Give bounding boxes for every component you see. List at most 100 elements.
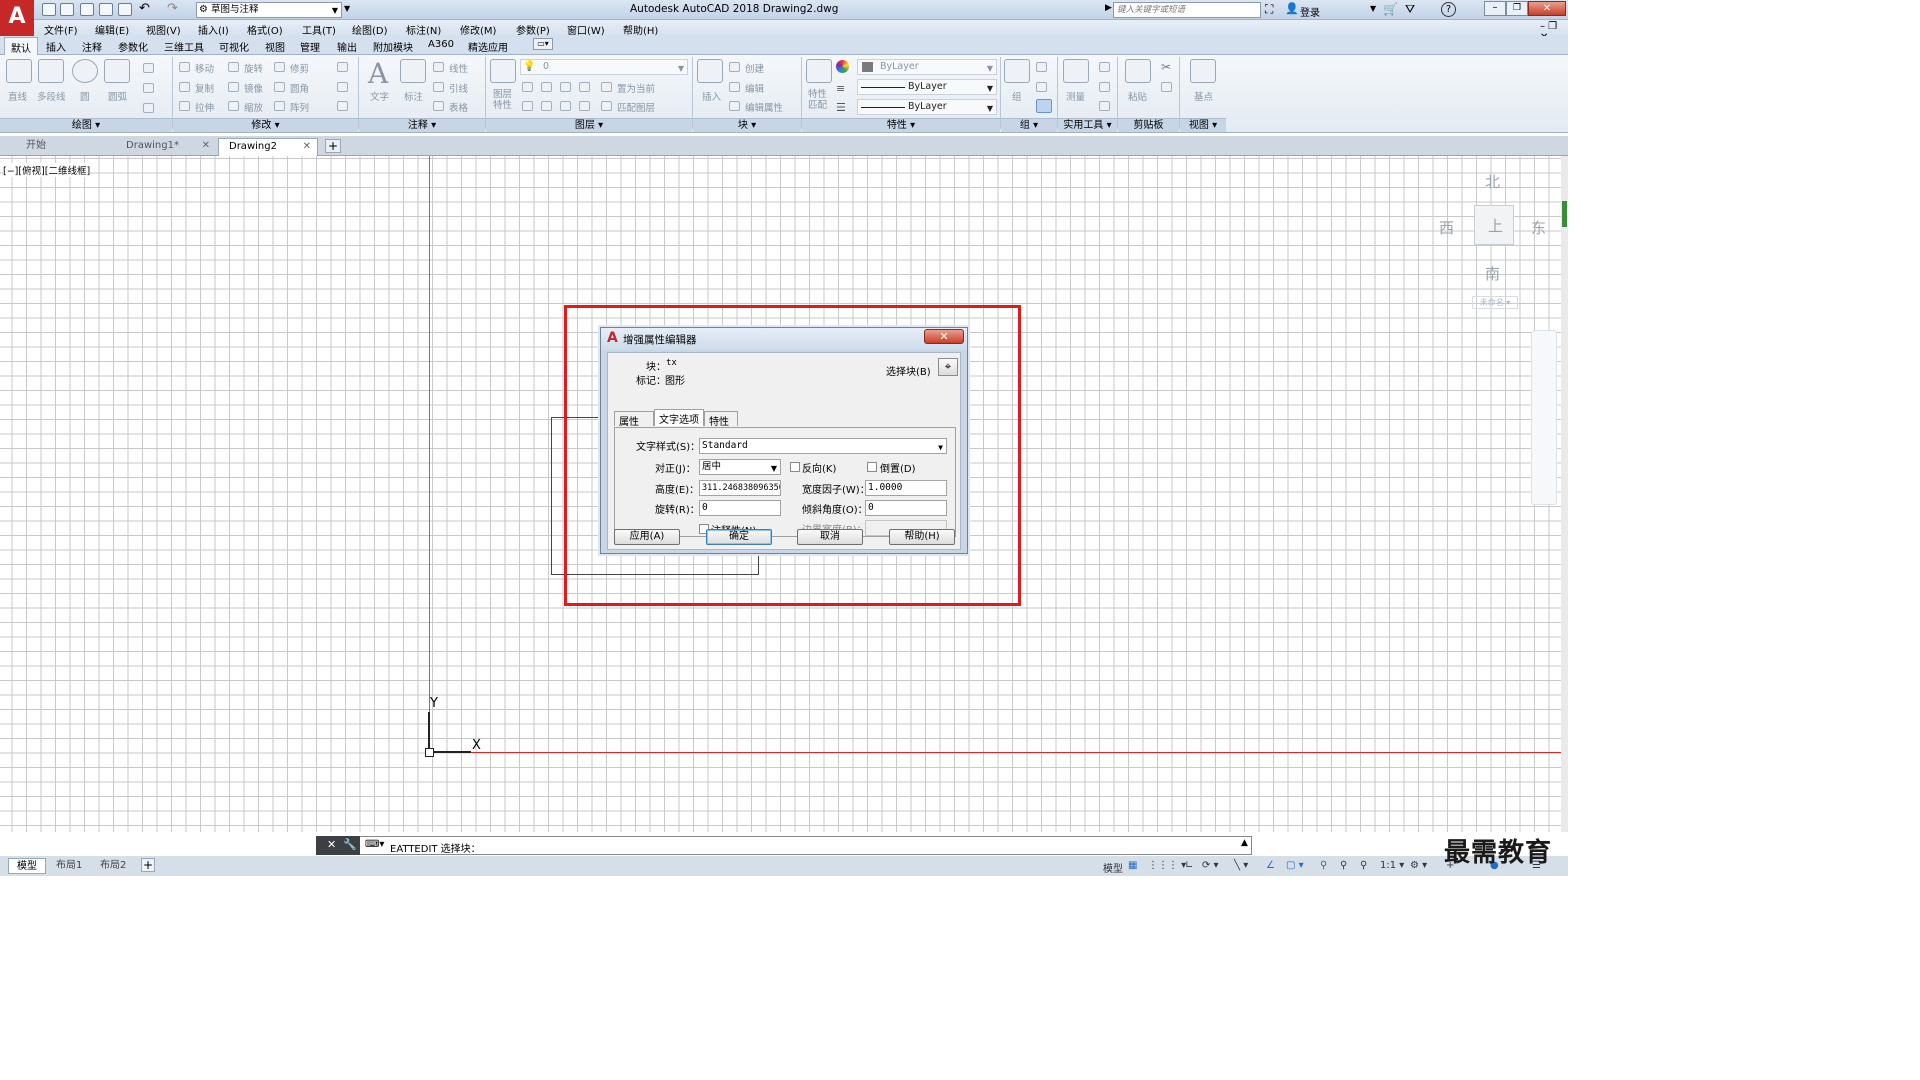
backwards-checkbox[interactable] [790, 462, 800, 472]
panel-block-title[interactable]: 块 ▾ [693, 118, 801, 132]
layer-tool-icon[interactable] [541, 82, 552, 92]
rectangle-tool-icon[interactable] [143, 63, 154, 73]
menu-insert[interactable]: 插入(I) [198, 22, 229, 37]
login-dropdown-icon[interactable]: ▼ [1370, 4, 1376, 13]
restore-button[interactable]: ❐ [1506, 1, 1528, 16]
search-input[interactable]: 键入关键字或短语 [1113, 2, 1261, 18]
layer-tool-icon[interactable] [522, 82, 533, 92]
linetype-dropdown[interactable]: ByLayer ▼ [857, 79, 997, 95]
ok-button[interactable]: 确定 [706, 529, 772, 545]
linetype-icon[interactable]: ≡ [836, 82, 845, 95]
isodraft-icon[interactable]: ╲ ▾ [1234, 860, 1248, 871]
ribbon-tab-manage[interactable]: 管理 [300, 39, 320, 54]
menu-modify[interactable]: 修改(M) [460, 22, 496, 37]
binoculars-icon[interactable]: ⛶ [1265, 2, 1273, 17]
menu-parametric[interactable]: 参数(P) [516, 22, 550, 37]
upside-down-checkbox[interactable] [867, 462, 877, 472]
polar-icon[interactable]: ⟳ ▾ [1202, 860, 1219, 871]
layout-tab-layout1[interactable]: 布局1 [48, 858, 90, 874]
snap-icon[interactable]: ⋮⋮⋮ ▾ [1148, 860, 1186, 871]
linear-dim-icon[interactable] [433, 62, 444, 72]
copy-icon[interactable] [179, 82, 190, 92]
trim-icon[interactable] [274, 62, 285, 72]
cancel-button[interactable]: 取消 [797, 529, 863, 545]
layout-tab-model[interactable]: 模型 [8, 858, 46, 874]
ortho-icon[interactable]: ∟ [1185, 860, 1193, 871]
tab-properties[interactable]: 特性 [704, 411, 738, 428]
panel-utilities-title[interactable]: 实用工具 ▾ [1058, 118, 1117, 132]
cart-icon[interactable]: 🛒 [1383, 2, 1398, 16]
width-factor-input[interactable]: 1.0000 [865, 480, 947, 496]
group-select-icon[interactable] [1036, 99, 1052, 113]
viewcube-east[interactable]: 东 [1531, 217, 1546, 238]
menu-help[interactable]: 帮助(H) [623, 22, 658, 37]
workspace-select[interactable]: ⚙ 草图与注释 ▼ [196, 2, 342, 18]
a360-icon[interactable]: ⛛ [1405, 2, 1415, 17]
scrollbar-thumb[interactable] [1562, 201, 1567, 227]
layer-tool-icon[interactable] [560, 101, 571, 111]
utility-icon[interactable] [1099, 62, 1110, 72]
annotation-scale-icon[interactable]: ⚲ [1360, 860, 1367, 871]
wcs-menu[interactable]: 未命名 ▾ [1472, 296, 1518, 309]
arc-tool-icon[interactable] [104, 59, 130, 83]
layer-dropdown[interactable]: 💡 0 ▼ [520, 59, 688, 75]
group-edit-icon[interactable] [1036, 82, 1047, 92]
print-icon[interactable] [118, 3, 132, 16]
new-layout-button[interactable]: + [141, 858, 155, 872]
doc-tab-drawing1[interactable]: Drawing1* ✕ [116, 138, 216, 156]
save-icon[interactable] [80, 3, 94, 16]
expand-arrow-icon[interactable]: ▶ [1105, 3, 1112, 13]
viewcube-face[interactable]: 上 [1474, 205, 1514, 245]
command-prompt-icon[interactable]: ⌨▾ [365, 839, 384, 850]
new-tab-button[interactable]: + [325, 139, 341, 153]
edit-block-icon[interactable] [729, 82, 740, 92]
new-file-icon[interactable] [42, 3, 56, 16]
ribbon-options-button[interactable]: ▭▾ [533, 38, 553, 50]
scale-icon[interactable] [228, 101, 239, 111]
close-icon[interactable]: ✕ [202, 138, 210, 154]
oblique-input[interactable]: 0 [865, 500, 947, 516]
lineweight-dropdown[interactable]: ByLayer ▼ [857, 99, 997, 115]
menu-format[interactable]: 格式(O) [247, 22, 283, 37]
tab-attributes[interactable]: 属性 [614, 411, 654, 428]
menu-file[interactable]: 文件(F) [44, 22, 78, 37]
object-snap-tracking-icon[interactable]: ∠ [1266, 860, 1275, 871]
viewcube-north[interactable]: 北 [1485, 171, 1500, 192]
navigation-bar[interactable] [1531, 330, 1557, 505]
match-layer-icon[interactable] [601, 101, 612, 111]
viewport-label[interactable]: [−][俯视][二维线框] [3, 163, 91, 177]
move-icon[interactable] [179, 62, 190, 72]
application-menu-button[interactable]: A [0, 0, 34, 36]
login-link[interactable]: 登录 [1300, 4, 1320, 19]
text-style-select[interactable]: Standard ▼ [699, 438, 947, 454]
wrench-icon[interactable]: 🔧 [343, 838, 357, 851]
menu-dimension[interactable]: 标注(N) [406, 22, 441, 37]
menu-edit[interactable]: 编辑(E) [95, 22, 129, 37]
ribbon-tab-insert[interactable]: 插入 [46, 39, 66, 54]
undo-icon[interactable]: ↶ [139, 1, 150, 16]
layer-tool-icon[interactable] [579, 101, 590, 111]
select-block-button[interactable]: ⌖ [938, 358, 958, 376]
minimize-button[interactable]: – [1484, 1, 1506, 16]
ribbon-tab-3d-tools[interactable]: 三维工具 [164, 39, 204, 54]
create-block-icon[interactable] [729, 62, 740, 72]
measure-icon[interactable] [1063, 59, 1089, 83]
paste-icon[interactable] [1125, 59, 1151, 83]
calculator-icon[interactable] [1099, 101, 1110, 111]
layer-tool-icon[interactable] [560, 82, 571, 92]
menu-window[interactable]: 窗口(W) [567, 22, 605, 37]
copy-clip-icon[interactable] [1161, 82, 1172, 92]
offset-icon[interactable] [337, 101, 348, 111]
array-icon[interactable] [274, 101, 285, 111]
ribbon-tab-featured[interactable]: 精选应用 [468, 39, 508, 54]
rotate-icon[interactable] [228, 62, 239, 72]
dimension-tool-icon[interactable] [400, 59, 426, 83]
panel-clipboard-title[interactable]: 剪贴板 [1118, 118, 1179, 132]
mirror-icon[interactable] [228, 82, 239, 92]
apply-button[interactable]: 应用(A) [614, 529, 680, 545]
redo-icon[interactable]: ↷ [167, 1, 178, 16]
utility-icon[interactable] [1099, 82, 1110, 92]
menu-view[interactable]: 视图(V) [146, 22, 181, 37]
close-icon[interactable]: ✕ [327, 838, 336, 851]
base-view-icon[interactable] [1190, 59, 1216, 83]
